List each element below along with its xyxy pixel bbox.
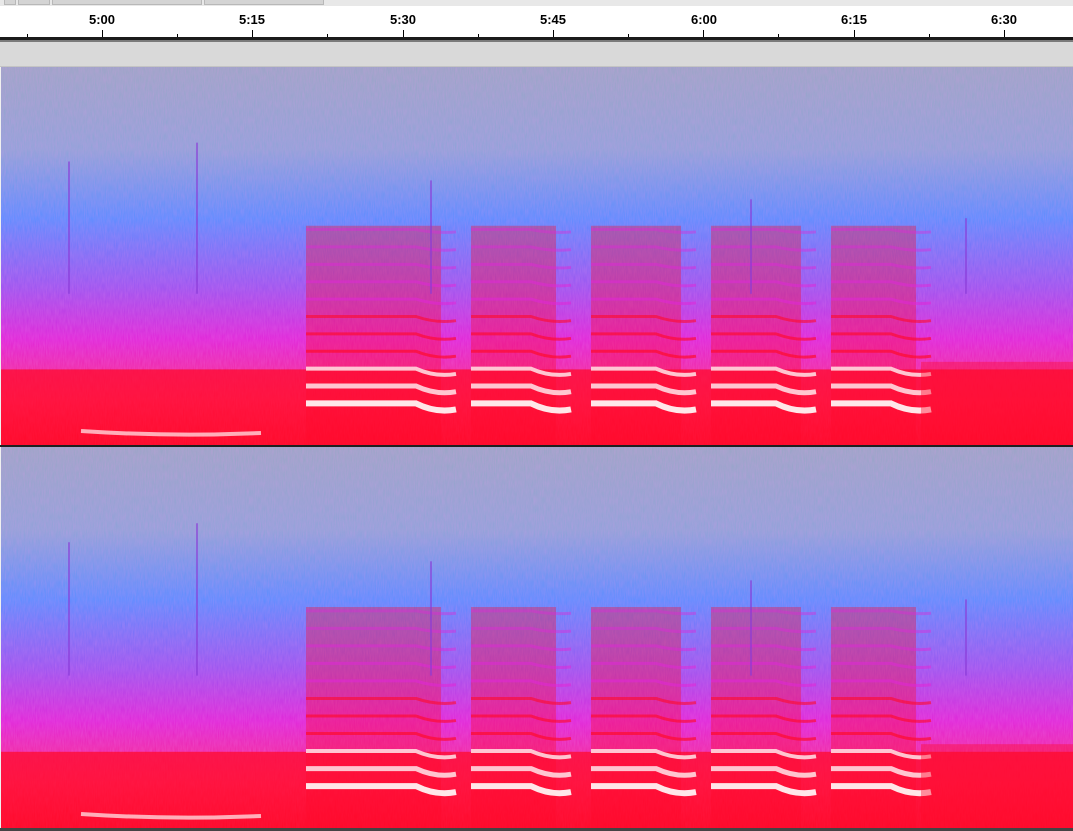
tail-band [921,744,1073,828]
toolbar-tab [4,0,16,5]
harmonic-burst [471,607,572,828]
timeline-label[interactable]: 5:45 [540,12,566,27]
burst-haze [711,225,801,445]
timeline-label[interactable]: 5:30 [390,12,416,27]
timeline-label[interactable]: 6:30 [991,12,1017,27]
spectrogram-track-1[interactable] [1,67,1073,445]
burst-haze [831,225,916,445]
burst-haze [591,607,681,828]
burst-haze [471,225,556,445]
burst-haze [471,607,556,828]
timeline-label[interactable]: 6:00 [691,12,717,27]
timeline-label[interactable]: 6:15 [841,12,867,27]
timeline-label[interactable]: 5:15 [239,12,265,27]
spectrogram-canvas-1[interactable] [1,67,1073,445]
burst-haze [591,225,681,445]
harmonic-burst [306,225,457,445]
burst-haze [711,607,801,828]
tail-band [921,361,1073,445]
harmonic-burst [711,607,817,828]
spectrogram-canvas-2[interactable] [1,447,1073,828]
harmonic-burst [471,225,572,445]
harmonic-burst [711,225,817,445]
harmonic-burst [831,607,932,828]
timeline-ruler[interactable]: 5:00 5:15 5:30 5:45 6:00 6:15 6:30 [0,6,1073,38]
spectrogram-track-2[interactable] [1,447,1073,828]
harmonic-burst [591,225,697,445]
toolbar-tab [204,0,324,5]
timeline-label[interactable]: 5:00 [89,12,115,27]
burst-haze [831,607,916,828]
toolbar-tab [52,0,202,5]
harmonic-burst [306,607,457,828]
toolbar-tab [18,0,50,5]
track-header-gap [0,42,1073,67]
harmonic-burst [831,225,932,445]
harmonic-burst [591,607,697,828]
